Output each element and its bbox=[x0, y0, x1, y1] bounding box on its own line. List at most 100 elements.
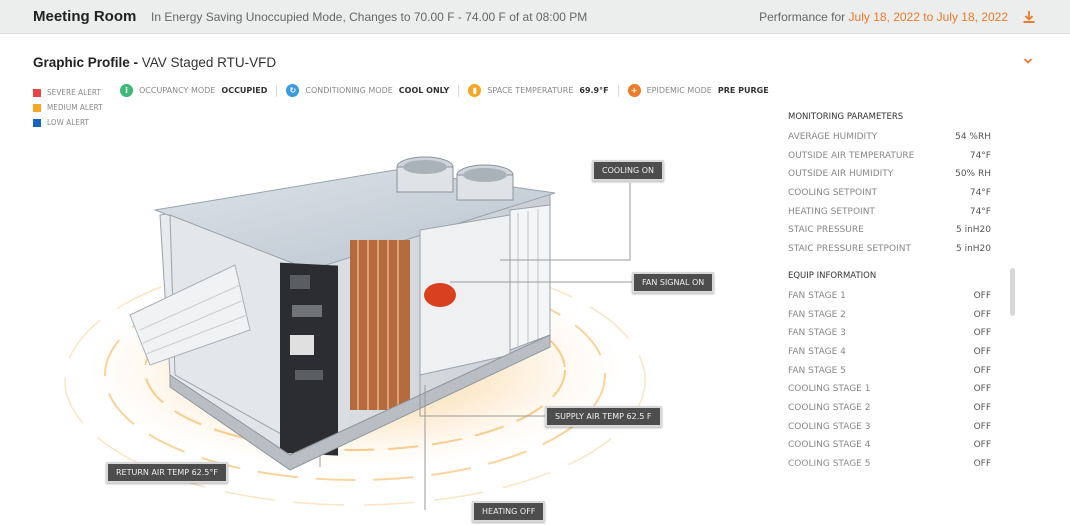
performance-label: Performance for bbox=[759, 10, 846, 24]
download-icon[interactable] bbox=[1022, 10, 1036, 24]
top-bar: Meeting Room In Energy Saving Unoccupied… bbox=[0, 0, 1070, 34]
equip-label: COOLING STAGE 2 bbox=[788, 402, 871, 413]
space-temp-status: ▮ SPACE TEMPERATURE 69.9°F bbox=[468, 84, 609, 97]
list-item: FAN STAGE 1 OFF bbox=[788, 287, 994, 306]
equip-label: COOLING STAGE 4 bbox=[788, 440, 871, 451]
cooling-callout: COOLING ON bbox=[592, 160, 665, 181]
param-label: AVERAGE HUMIDITY bbox=[788, 132, 878, 142]
param-value: 74°F bbox=[969, 206, 991, 217]
conditioning-value: COOL ONLY bbox=[398, 86, 450, 95]
monitoring-list: AVERAGE HUMIDITY 54 %RH OUTSIDE AIR TEMPE… bbox=[788, 128, 994, 259]
medium-swatch bbox=[33, 103, 41, 112]
equip-label: FAN STAGE 2 bbox=[788, 309, 846, 320]
equip-value: OFF bbox=[973, 384, 991, 395]
panel-scrollbar[interactable] bbox=[1010, 268, 1015, 316]
param-value: 5 inH20 bbox=[955, 244, 991, 255]
list-item: STAIC PRESSURE 5 inH20 bbox=[788, 221, 994, 240]
equip-value: OFF bbox=[973, 440, 991, 451]
shield-icon: + bbox=[627, 84, 641, 97]
date-to[interactable]: July 18, 2022 bbox=[937, 10, 1008, 24]
monitoring-title: MONITORING PARAMETERS bbox=[788, 112, 904, 122]
param-label: STAIC PRESSURE bbox=[788, 225, 864, 236]
energy-mode-text: In Energy Saving Unoccupied Mode, Change… bbox=[151, 10, 588, 24]
profile-subtitle: VAV Staged RTU-VFD bbox=[141, 55, 277, 70]
list-item: FAN STAGE 4 OFF bbox=[788, 343, 994, 362]
list-item: AVERAGE HUMIDITY 54 %RH bbox=[788, 128, 994, 147]
legend-severe: SEVERE ALERT bbox=[33, 85, 103, 100]
legend-severe-label: SEVERE ALERT bbox=[47, 88, 101, 97]
epidemic-value: PRE PURGE bbox=[717, 86, 769, 95]
equip-title: EQUIP INFORMATION bbox=[788, 270, 877, 281]
conditioning-label: CONDITIONING MODE bbox=[305, 86, 393, 95]
equip-list: FAN STAGE 1 OFF FAN STAGE 2 OFF FAN STAGE … bbox=[788, 287, 994, 474]
fan-signal-callout: FAN SIGNAL ON bbox=[632, 272, 715, 293]
list-item: COOLING STAGE 2 OFF bbox=[788, 399, 994, 418]
equip-label: FAN STAGE 4 bbox=[788, 346, 846, 357]
list-item: COOLING STAGE 1 OFF bbox=[788, 380, 994, 399]
param-value: 74°F bbox=[969, 150, 991, 161]
legend-medium: MEDIUM ALERT bbox=[33, 100, 103, 115]
divider bbox=[276, 84, 278, 97]
conditioning-icon: ↻ bbox=[286, 84, 300, 97]
date-from[interactable]: July 18, 2022 bbox=[849, 10, 920, 24]
list-item: STAIC PRESSURE SETPOINT 5 inH20 bbox=[788, 240, 994, 259]
space-temp-label: SPACE TEMPERATURE bbox=[487, 86, 574, 95]
profile-title: Graphic Profile - VAV Staged RTU-VFD bbox=[33, 55, 276, 70]
equipment-graphic: COOLING ON FAN SIGNAL ON SUPPLY AIR TEMP… bbox=[40, 125, 760, 525]
list-item: HEATING SETPOINT 74°F bbox=[788, 203, 994, 222]
room-title: Meeting Room bbox=[33, 8, 137, 25]
equip-value: OFF bbox=[973, 402, 991, 413]
equip-label: FAN STAGE 1 bbox=[788, 290, 846, 301]
equip-value: OFF bbox=[973, 290, 991, 301]
equip-value: OFF bbox=[973, 421, 991, 432]
list-item: OUTSIDE AIR TEMPERATURE 74°F bbox=[788, 147, 994, 166]
equip-label: COOLING STAGE 3 bbox=[788, 421, 871, 432]
parameters-panel[interactable]: MONITORING PARAMETERS AVERAGE HUMIDITY 54… bbox=[788, 110, 994, 482]
list-item: OUTSIDE AIR HUMIDITY 50% RH bbox=[788, 165, 994, 184]
list-item: COOLING STAGE 3 OFF bbox=[788, 418, 994, 437]
conditioning-status: ↻ CONDITIONING MODE COOL ONLY bbox=[286, 84, 449, 97]
divider bbox=[458, 84, 460, 97]
status-bar: i OCCUPANCY MODE OCCUPIED ↻ CONDITIONING… bbox=[120, 84, 769, 97]
equip-value: OFF bbox=[973, 328, 991, 339]
occupancy-label: OCCUPANCY MODE bbox=[139, 86, 216, 95]
param-value: 5 inH20 bbox=[955, 225, 991, 236]
param-value: 74°F bbox=[969, 188, 991, 199]
param-value: 50% RH bbox=[955, 169, 991, 180]
param-label: HEATING SETPOINT bbox=[788, 206, 875, 217]
param-label: OUTSIDE AIR HUMIDITY bbox=[788, 169, 894, 180]
alert-legend: SEVERE ALERT MEDIUM ALERT LOW ALERT bbox=[33, 85, 103, 130]
param-label: OUTSIDE AIR TEMPERATURE bbox=[788, 150, 915, 161]
list-item: FAN STAGE 2 OFF bbox=[788, 306, 994, 325]
performance-range: Performance for July 18, 2022 to July 18… bbox=[759, 10, 1008, 24]
legend-medium-label: MEDIUM ALERT bbox=[47, 103, 103, 112]
equip-value: OFF bbox=[973, 309, 991, 320]
date-to-word: to bbox=[923, 10, 934, 24]
param-label: COOLING SETPOINT bbox=[788, 188, 877, 199]
occupancy-value: OCCUPIED bbox=[221, 86, 268, 95]
equip-label: FAN STAGE 3 bbox=[788, 328, 846, 339]
divider bbox=[617, 84, 619, 97]
list-item: FAN STAGE 3 OFF bbox=[788, 324, 994, 343]
occupancy-status: i OCCUPANCY MODE OCCUPIED bbox=[120, 84, 267, 97]
occupancy-icon: i bbox=[120, 84, 133, 97]
severe-swatch bbox=[33, 88, 41, 97]
param-value: 54 %RH bbox=[955, 132, 991, 142]
list-item: COOLING SETPOINT 74°F bbox=[788, 184, 994, 203]
epidemic-status: + EPIDEMIC MODE PRE PURGE bbox=[627, 84, 769, 97]
thermometer-icon: ▮ bbox=[468, 84, 482, 97]
profile-title-label: Graphic Profile - bbox=[33, 55, 139, 70]
panel-fade bbox=[788, 462, 994, 484]
equip-label: FAN STAGE 5 bbox=[788, 365, 846, 376]
equip-value: OFF bbox=[973, 365, 991, 376]
list-item: FAN STAGE 5 OFF bbox=[788, 362, 994, 381]
return-air-callout: RETURN AIR TEMP 62.5°F bbox=[106, 462, 228, 483]
chevron-down-icon[interactable] bbox=[1022, 55, 1034, 67]
equip-value: OFF bbox=[973, 346, 991, 357]
list-item: COOLING STAGE 4 OFF bbox=[788, 436, 994, 455]
param-label: STAIC PRESSURE SETPOINT bbox=[788, 244, 911, 255]
supply-air-callout: SUPPLY AIR TEMP 62.5 F bbox=[545, 406, 662, 427]
heating-callout: HEATING OFF bbox=[472, 501, 546, 522]
equip-label: COOLING STAGE 1 bbox=[788, 384, 871, 395]
